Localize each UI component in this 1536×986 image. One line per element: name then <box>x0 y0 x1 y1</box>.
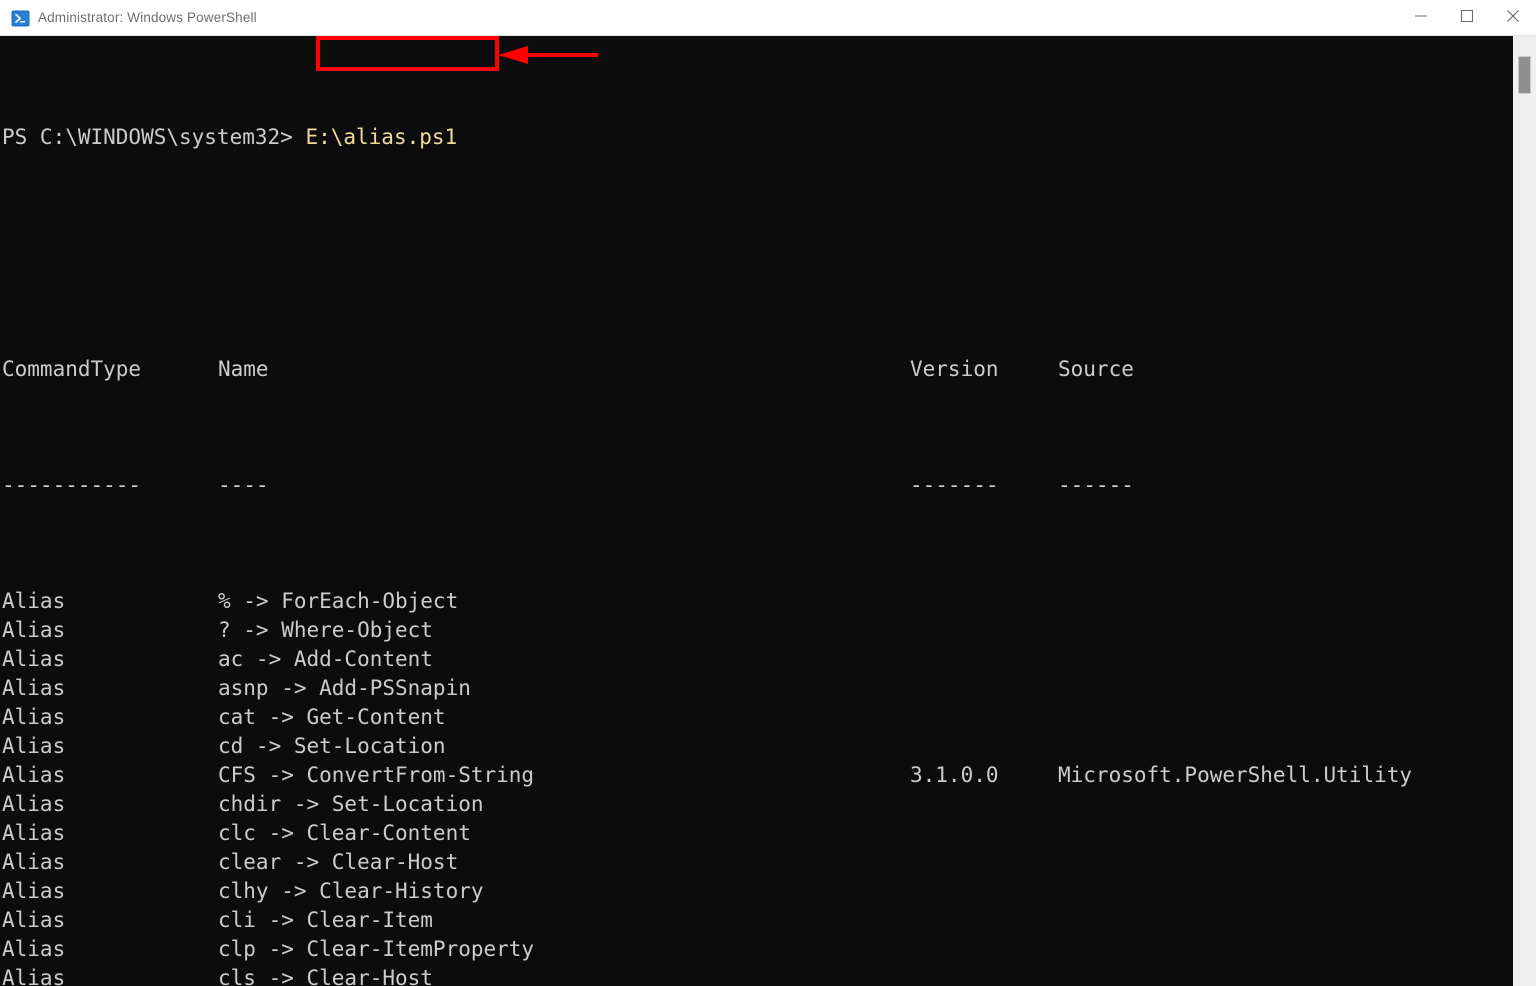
cell-commandtype: Alias <box>2 705 66 729</box>
cell-source: Microsoft.PowerShell.Utility <box>1058 763 1413 787</box>
console-text: PS C:\WINDOWS\system32> E:\alias.ps1 Com… <box>2 36 1412 986</box>
cell-name: clhy -> Clear-History <box>218 879 484 903</box>
powershell-icon <box>11 9 30 28</box>
rule-name: ---- <box>218 473 269 497</box>
rule-commandtype: ----------- <box>2 473 142 497</box>
cell-name: cd -> Set-Location <box>218 734 446 758</box>
cell-name: cli -> Clear-Item <box>218 908 433 932</box>
cell-name: cat -> Get-Content <box>218 705 446 729</box>
table-header-row: CommandType Name Version Source <box>2 355 1134 384</box>
cell-commandtype: Alias <box>2 792 66 816</box>
table-row: Alias chdir -> Set-Location <box>2 790 484 819</box>
table-row: Alias % -> ForEach-Object <box>2 587 459 616</box>
cell-name: ac -> Add-Content <box>218 647 433 671</box>
close-button[interactable] <box>1490 0 1536 32</box>
rule-version: ------- <box>910 473 999 497</box>
header-commandtype: CommandType <box>2 357 142 381</box>
cell-name: CFS -> ConvertFrom-String <box>218 763 535 787</box>
table-header-rule-row: ----------- ---- ------- ------ <box>2 471 1134 500</box>
cell-commandtype: Alias <box>2 850 66 874</box>
prompt-line: PS C:\WINDOWS\system32> E:\alias.ps1 <box>2 123 457 152</box>
table-row: Alias clp -> Clear-ItemProperty <box>2 935 534 964</box>
cell-commandtype: Alias <box>2 618 66 642</box>
table-row: Alias cat -> Get-Content <box>2 703 457 732</box>
cell-name: ? -> Where-Object <box>218 618 433 642</box>
rule-source: ------ <box>1058 473 1134 497</box>
vertical-scrollbar[interactable] <box>1513 36 1536 986</box>
maximize-button[interactable] <box>1444 0 1490 32</box>
minimize-button[interactable] <box>1398 0 1444 32</box>
titlebar[interactable]: Administrator: Windows PowerShell <box>0 0 1536 36</box>
window-title: Administrator: Windows PowerShell <box>38 10 257 25</box>
cell-commandtype: Alias <box>2 589 66 613</box>
table-row: Alias clc -> Clear-Content <box>2 819 471 848</box>
cell-name: % -> ForEach-Object <box>218 589 459 613</box>
table-row: Alias ac -> Add-Content <box>2 645 457 674</box>
cell-name: chdir -> Set-Location <box>218 792 484 816</box>
cell-commandtype: Alias <box>2 908 66 932</box>
prompt-text: PS C:\WINDOWS\system32> <box>2 125 306 149</box>
table-row: Alias ? -> Where-Object <box>2 616 457 645</box>
cell-commandtype: Alias <box>2 647 66 671</box>
cell-name: asnp -> Add-PSSnapin <box>218 676 471 700</box>
table-row: Alias CFS -> ConvertFrom-String 3.1.0.0 Mic… <box>2 761 1412 790</box>
header-version: Version <box>910 357 999 381</box>
cell-commandtype: Alias <box>2 734 66 758</box>
powershell-window: Administrator: Windows PowerShell PS C:\… <box>0 0 1536 986</box>
cell-name: clear -> Clear-Host <box>218 850 459 874</box>
table-row: Alias clhy -> Clear-History <box>2 877 484 906</box>
table-row: Alias cls -> Clear-Host <box>2 964 457 986</box>
table-row: Alias cli -> Clear-Item <box>2 906 457 935</box>
cell-commandtype: Alias <box>2 763 66 787</box>
command-text: E:\alias.ps1 <box>305 125 458 149</box>
table-row: Alias clear -> Clear-Host <box>2 848 459 877</box>
cell-commandtype: Alias <box>2 966 66 986</box>
cell-version: 3.1.0.0 <box>910 763 999 787</box>
cell-name: clp -> Clear-ItemProperty <box>218 937 535 961</box>
scrollbar-thumb[interactable] <box>1518 56 1531 94</box>
console-output-area[interactable]: PS C:\WINDOWS\system32> E:\alias.ps1 Com… <box>0 36 1513 986</box>
alias-table-rows: Alias % -> ForEach-Object Alias ? -> Where-… <box>2 587 1412 986</box>
cell-name: cls -> Clear-Host <box>218 966 433 986</box>
header-name: Name <box>218 357 269 381</box>
cell-commandtype: Alias <box>2 937 66 961</box>
table-row: Alias asnp -> Add-PSSnapin <box>2 674 471 703</box>
table-row: Alias cd -> Set-Location <box>2 732 457 761</box>
cell-commandtype: Alias <box>2 676 66 700</box>
cell-name: clc -> Clear-Content <box>218 821 471 845</box>
cell-commandtype: Alias <box>2 821 66 845</box>
header-source: Source <box>1058 357 1134 381</box>
cell-commandtype: Alias <box>2 879 66 903</box>
